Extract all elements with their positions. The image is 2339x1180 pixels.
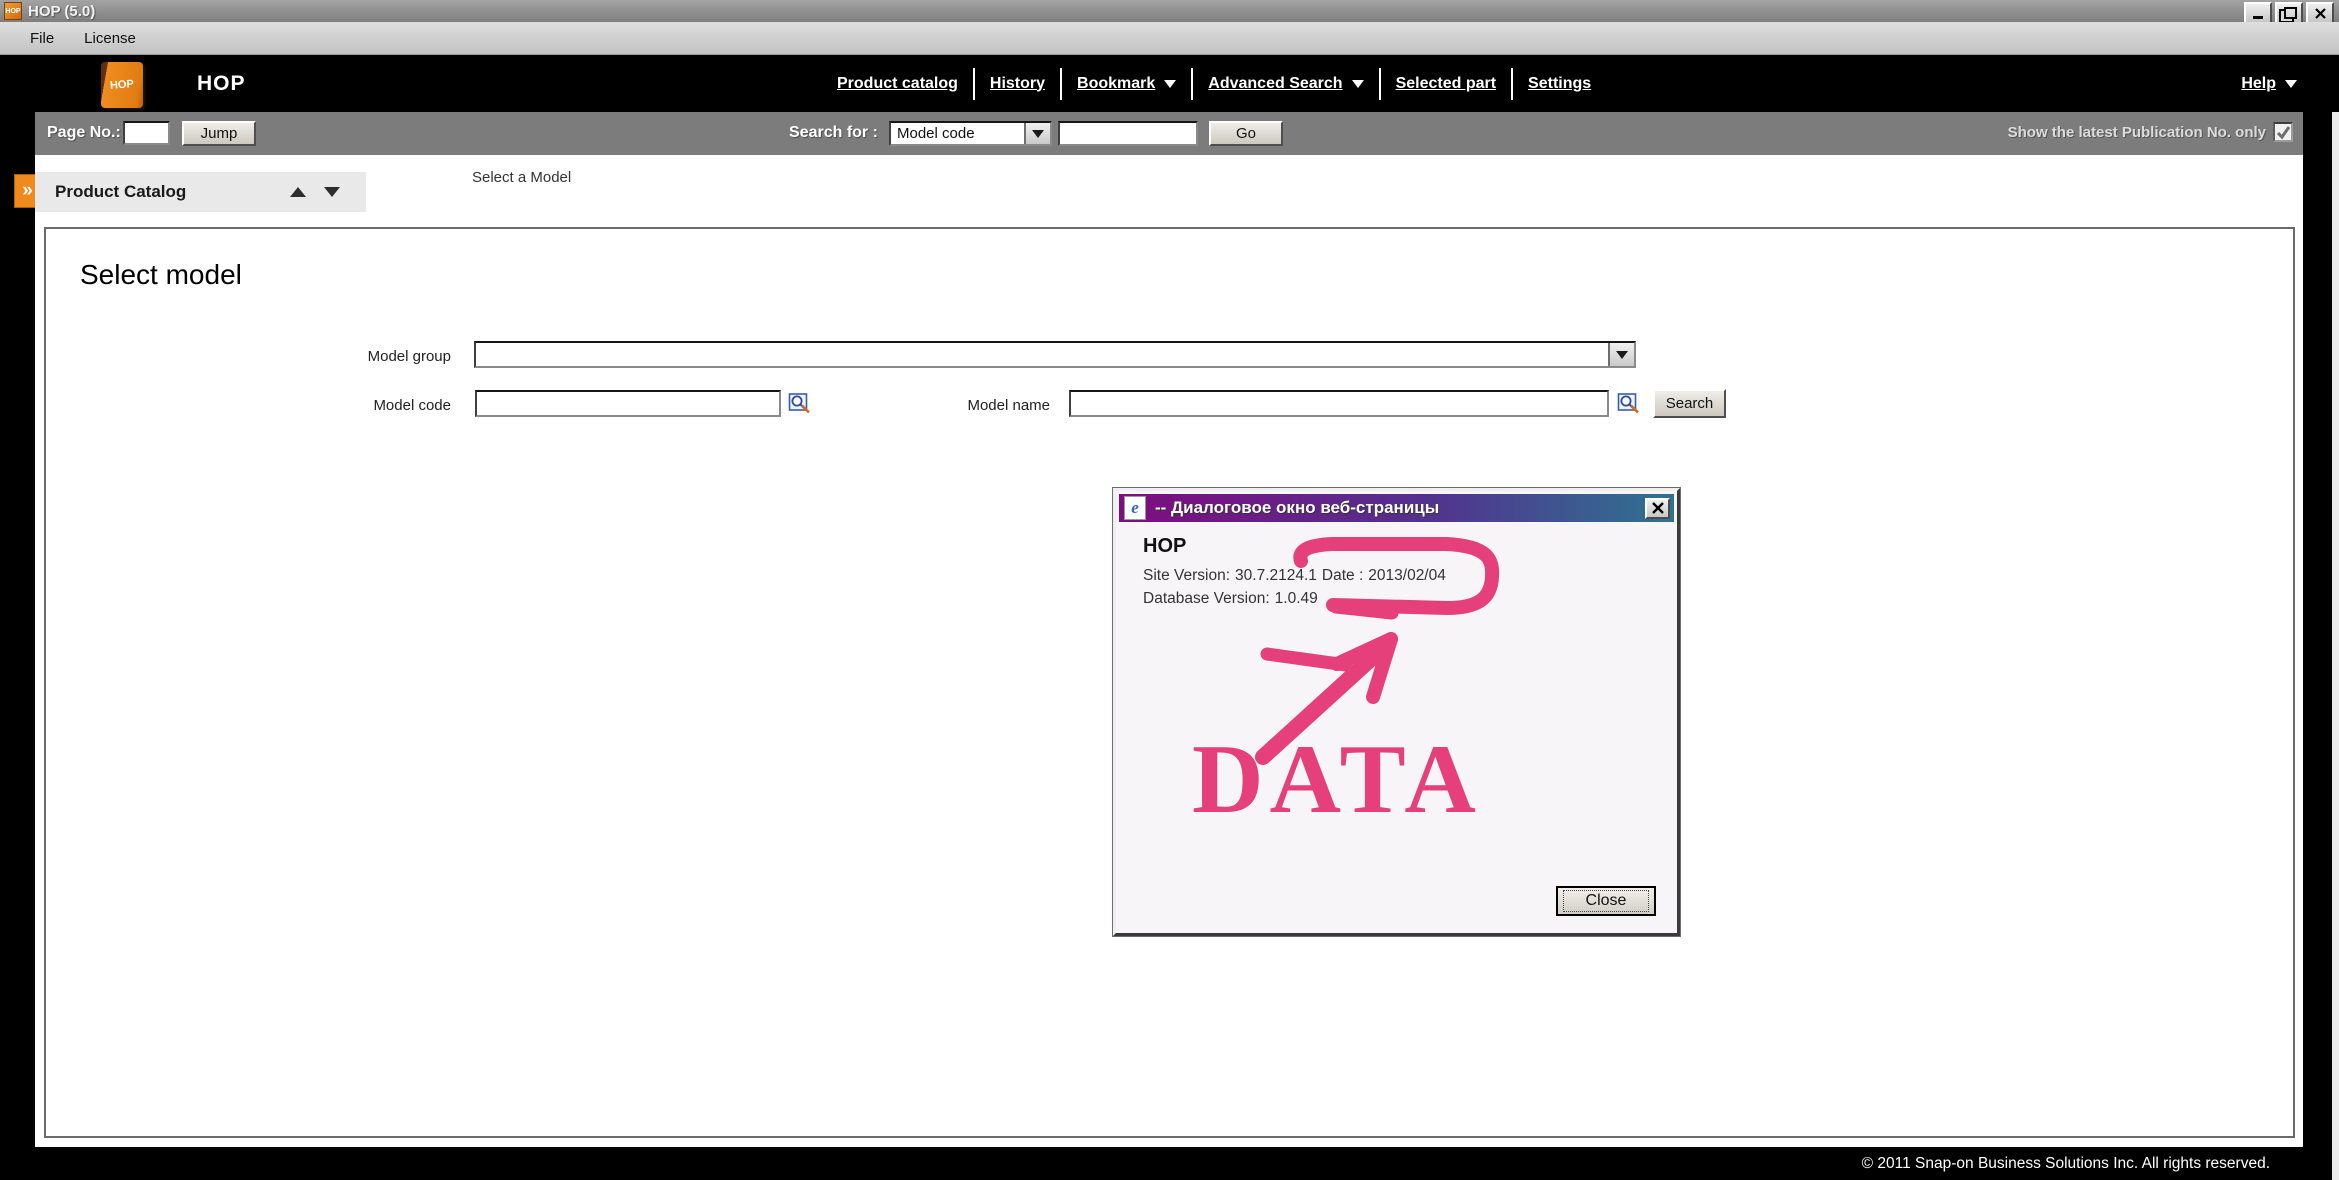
nav-bookmark[interactable]: Bookmark [1060,68,1191,100]
about-dialog: e -- Диалоговое окно веб-страницы HOP Si… [1113,488,1680,936]
brand-title: HOP [197,55,246,112]
menu-file[interactable]: File [30,30,54,47]
internet-explorer-icon: e [1124,496,1146,520]
search-button[interactable]: Search [1653,389,1726,418]
chevron-down-icon [1352,80,1364,88]
page-no-label: Page No.: [47,124,121,142]
restore-button[interactable] [2275,2,2303,24]
close-icon [1652,502,1664,514]
expand-down-icon[interactable] [324,187,340,197]
model-code-label: Model code [296,397,451,414]
model-name-search-helper-icon[interactable] [1617,391,1640,414]
page-no-input[interactable] [123,121,170,145]
page-title: Select model [80,259,242,291]
check-icon [2276,125,2291,140]
date-value: 2013/02/04 [1368,567,1446,584]
breadcrumb: Select a Model [472,169,571,186]
window-titlebar: HOP HOP (5.0) [0,0,2339,22]
dialog-app-name: HOP [1143,535,1186,558]
nav-product-catalog[interactable]: Product catalog [822,68,973,100]
nav-help[interactable]: Help [2241,55,2297,112]
application-window: HOP HOP (5.0) File License HOP HOP Produ… [0,0,2339,1180]
chevron-down-icon [2285,80,2297,88]
model-group-label: Model group [296,348,451,365]
main-nav: Product catalog History Bookmark Advance… [822,55,1606,112]
close-icon [2315,8,2326,19]
site-version-line: Site Version: 30.7.2124.1 Date : 2013/02/04 [1143,567,1451,585]
collapse-up-icon[interactable] [290,187,306,197]
nav-history[interactable]: History [973,68,1060,100]
latest-publication-label: Show the latest Publication No. only [2008,124,2266,141]
search-input[interactable] [1058,121,1198,146]
latest-publication-option: Show the latest Publication No. only [2008,122,2293,142]
search-type-value: Model code [891,125,1024,142]
go-button[interactable]: Go [1209,121,1283,146]
nav-settings[interactable]: Settings [1511,68,1606,100]
copyright-text: © 2011 Snap-on Business Solutions Inc. A… [1862,1155,2270,1173]
minimize-button[interactable] [2244,2,2272,24]
menu-bar: File License [0,22,2339,55]
toolbar: Page No.: Jump Search for : Model code G… [35,112,2303,155]
chevron-down-icon [1164,80,1176,88]
search-type-select[interactable]: Model code [889,121,1052,146]
dialog-title: -- Диалоговое окно веб-страницы [1155,498,1645,518]
hop-logo: HOP [101,62,143,108]
model-code-search-helper-icon[interactable] [788,391,811,414]
window-frame-edge [2332,112,2339,1180]
database-version-line: Database Version: 1.0.49 [1143,590,1323,608]
model-name-label: Model name [906,397,1050,414]
search-for-label: Search for : [789,124,878,142]
dialog-close-button[interactable] [1645,498,1670,519]
nav-selected-part[interactable]: Selected part [1379,68,1511,100]
site-version-label: Site Version: [1143,567,1230,584]
dropdown-button[interactable] [1608,343,1634,366]
menu-license[interactable]: License [84,30,136,47]
app-icon: HOP [4,2,22,20]
close-window-button[interactable] [2306,2,2334,24]
close-button-label: Close [1563,890,1650,912]
close-button[interactable]: Close [1556,886,1656,916]
window-title: HOP (5.0) [28,3,95,20]
site-version-value: 30.7.2124.1 [1235,567,1317,584]
dialog-titlebar: e -- Диалоговое окно веб-страницы [1119,494,1674,522]
window-controls [2244,2,2334,24]
product-catalog-title: Product Catalog [55,182,290,202]
nav-advanced-search[interactable]: Advanced Search [1191,68,1378,100]
product-catalog-panel-header[interactable]: Product Catalog [35,172,366,212]
restore-icon [2284,7,2297,19]
chevron-down-icon [1032,130,1044,138]
database-version-value: 1.0.49 [1275,590,1318,607]
app-header: HOP HOP Product catalog History Bookmark… [0,55,2339,112]
chevron-down-icon [1616,351,1628,359]
date-label: Date : [1322,567,1363,584]
database-version-label: Database Version: [1143,590,1270,607]
model-name-input[interactable] [1069,390,1609,417]
dropdown-button[interactable] [1024,123,1050,144]
model-group-select[interactable] [474,341,1636,368]
minimize-icon [2253,16,2263,19]
jump-button[interactable]: Jump [182,121,256,146]
latest-publication-checkbox[interactable] [2273,122,2293,142]
model-code-input[interactable] [475,390,781,417]
footer: © 2011 Snap-on Business Solutions Inc. A… [0,1147,2332,1180]
